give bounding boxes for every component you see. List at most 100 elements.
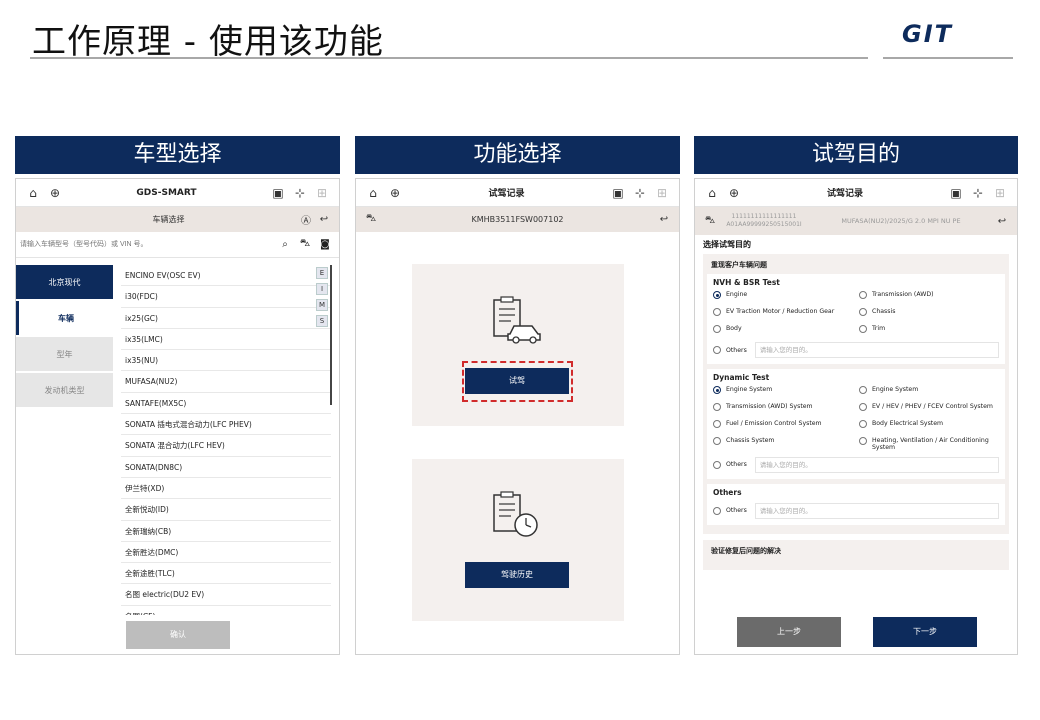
scan-icon[interactable]: ⊹ — [289, 184, 311, 202]
alpha-index-item[interactable]: S — [316, 315, 328, 327]
back-icon[interactable]: ↩ — [993, 216, 1011, 227]
previous-button[interactable]: 上一步 — [737, 617, 841, 647]
grid-icon[interactable]: ⊞ — [989, 184, 1011, 202]
test-drive-icon — [493, 296, 541, 344]
test-drive-card: 试驾 — [412, 264, 624, 426]
category-brand[interactable]: 北京现代 — [16, 265, 113, 299]
radio-option[interactable]: Engine System — [859, 386, 999, 398]
others-title: Others — [713, 487, 742, 497]
top-bar: ⌂ ⊕ 试驾记录 ▣ ⊹ ⊞ — [356, 179, 679, 207]
others-label: Others — [726, 461, 747, 469]
model-item[interactable]: ix35(NU) — [121, 350, 331, 372]
others-row: Others 请输入您的目的。 — [713, 342, 999, 358]
screen-title: 试驾记录 — [826, 189, 863, 199]
search-icon[interactable]: ⌕ — [275, 239, 295, 250]
phone-function-selection: ⌂ ⊕ 试驾记录 ▣ ⊹ ⊞ ⛍ KMHB3511FSW007102 ↩ 试驾 — [355, 178, 680, 655]
radio-icon — [859, 308, 867, 316]
driving-history-button[interactable]: 驾驶历史 — [465, 562, 569, 588]
alpha-index-item[interactable]: M — [316, 299, 328, 311]
test-drive-button[interactable]: 试驾 — [465, 368, 569, 394]
globe-icon[interactable]: ⊕ — [44, 184, 66, 202]
next-button[interactable]: 下一步 — [873, 617, 977, 647]
radio-option[interactable]: EV / HEV / PHEV / FCEV Control System — [859, 403, 999, 415]
radio-option[interactable]: Heating, Ventilation / Air Conditioning … — [859, 437, 999, 452]
vehicle-info-icon[interactable]: ⛍ — [362, 213, 380, 226]
scan-icon[interactable]: ⊹ — [967, 184, 989, 202]
radio-option[interactable]: Trim — [859, 325, 999, 337]
car-icon[interactable]: ⛍ — [295, 238, 315, 251]
radio-icon[interactable] — [713, 346, 721, 354]
radio-option[interactable]: Chassis System — [713, 437, 853, 452]
vci-icon[interactable]: ▣ — [607, 184, 629, 202]
radio-icon[interactable] — [713, 460, 721, 469]
radio-option[interactable]: Fuel / Emission Control System — [713, 420, 853, 432]
history-card: 驾驶历史 — [412, 459, 624, 621]
model-item[interactable]: ix25(GC) — [121, 308, 331, 329]
model-list-scrollbar[interactable] — [330, 265, 332, 405]
radio-option[interactable]: Transmission (AWD) — [859, 291, 999, 303]
grid-icon[interactable]: ⊞ — [651, 184, 673, 202]
radio-option[interactable]: Body — [713, 325, 853, 337]
search-input[interactable] — [20, 233, 275, 256]
globe-icon[interactable]: ⊕ — [384, 184, 406, 202]
model-item[interactable]: 名图(CF) — [121, 606, 331, 615]
nvh-box: NVH & BSR Test Engine Transmission (AWD)… — [707, 274, 1005, 364]
camera-icon[interactable]: ◙ — [315, 239, 335, 250]
model-item[interactable]: 全新悦动(ID) — [121, 499, 331, 521]
model-item[interactable]: ENCINO EV(OSC EV) — [121, 265, 331, 287]
alpha-index-item[interactable]: E — [316, 267, 328, 279]
radio-icon — [859, 386, 867, 394]
home-icon[interactable]: ⌂ — [362, 184, 384, 202]
others-row: Others 请输入您的目的。 — [713, 502, 999, 519]
vehicle-info-icon[interactable]: ⛍ — [701, 215, 719, 228]
reproduce-label: 重现客户车辆问题 — [711, 261, 767, 269]
radio-icon[interactable] — [713, 506, 721, 515]
category-engine-type[interactable]: 发动机类型 — [16, 373, 113, 407]
others-label: Others — [726, 507, 747, 515]
radio-icon — [713, 437, 721, 445]
model-item[interactable]: 伊兰特(XD) — [121, 478, 331, 500]
category-vehicle[interactable]: 车辆 — [16, 301, 113, 335]
scan-icon[interactable]: ⊹ — [629, 184, 651, 202]
model-item[interactable]: 全新胜达(DMC) — [121, 542, 331, 564]
top-bar: ⌂ ⊕ 试驾记录 ▣ ⊹ ⊞ — [695, 179, 1017, 207]
auto-detect-icon[interactable]: Ⓐ — [297, 212, 315, 227]
model-item[interactable]: 全新瑞纳(CB) — [121, 521, 331, 542]
radio-option[interactable]: EV Traction Motor / Reduction Gear — [713, 308, 853, 320]
model-item[interactable]: SONATA(DN8C) — [121, 457, 331, 478]
model-item[interactable]: SONATA 混合动力(LFC HEV) — [121, 435, 331, 457]
radio-option[interactable]: Engine System — [713, 386, 853, 398]
vci-icon[interactable]: ▣ — [945, 184, 967, 202]
verify-label: 验证修复后问题的解决 — [711, 546, 781, 555]
back-icon[interactable]: ↩ — [655, 214, 673, 225]
model-item[interactable]: 全新途胜(TLC) — [121, 563, 331, 585]
alpha-index-item[interactable]: I — [316, 283, 328, 295]
radio-option[interactable]: Transmission (AWD) System — [713, 403, 853, 415]
sub-title: 车辆选择 — [152, 215, 185, 224]
model-item[interactable]: SANTAFE(MX5C) — [121, 393, 331, 415]
radio-option[interactable]: Engine — [713, 291, 853, 303]
home-icon[interactable]: ⌂ — [22, 184, 44, 202]
vci-icon[interactable]: ▣ — [267, 184, 289, 202]
radio-icon — [859, 437, 867, 445]
dynamic-title: Dynamic Test — [713, 373, 770, 382]
home-icon[interactable]: ⌂ — [701, 184, 723, 202]
radio-icon — [713, 308, 721, 316]
model-item[interactable]: 名图 electric(DU2 EV) — [121, 584, 331, 606]
confirm-button[interactable]: 确认 — [126, 621, 230, 649]
category-model-year[interactable]: 型年 — [16, 337, 113, 371]
purpose-input[interactable]: 请输入您的目的。 — [754, 456, 999, 473]
model-item[interactable]: ix35(LMC) — [121, 329, 331, 351]
back-icon[interactable]: ↩ — [315, 214, 333, 225]
purpose-input[interactable]: 请输入您的目的。 — [754, 502, 999, 519]
model-item[interactable]: SONATA 插电式混合动力(LFC PHEV) — [121, 414, 331, 436]
model-item[interactable]: MUFASA(NU2) — [121, 371, 331, 393]
radio-option[interactable]: Body Electrical System — [859, 420, 999, 432]
model-item[interactable]: i30(FDC) — [121, 286, 331, 308]
purpose-input[interactable]: 请输入您的目的。 — [754, 342, 999, 358]
globe-icon[interactable]: ⊕ — [723, 184, 745, 202]
verify-section: 验证修复后问题的解决 — [703, 539, 1009, 570]
search-row: ⌕ ⛍ ◙ — [16, 232, 339, 258]
grid-icon[interactable]: ⊞ — [311, 184, 333, 202]
radio-option[interactable]: Chassis — [859, 308, 999, 320]
